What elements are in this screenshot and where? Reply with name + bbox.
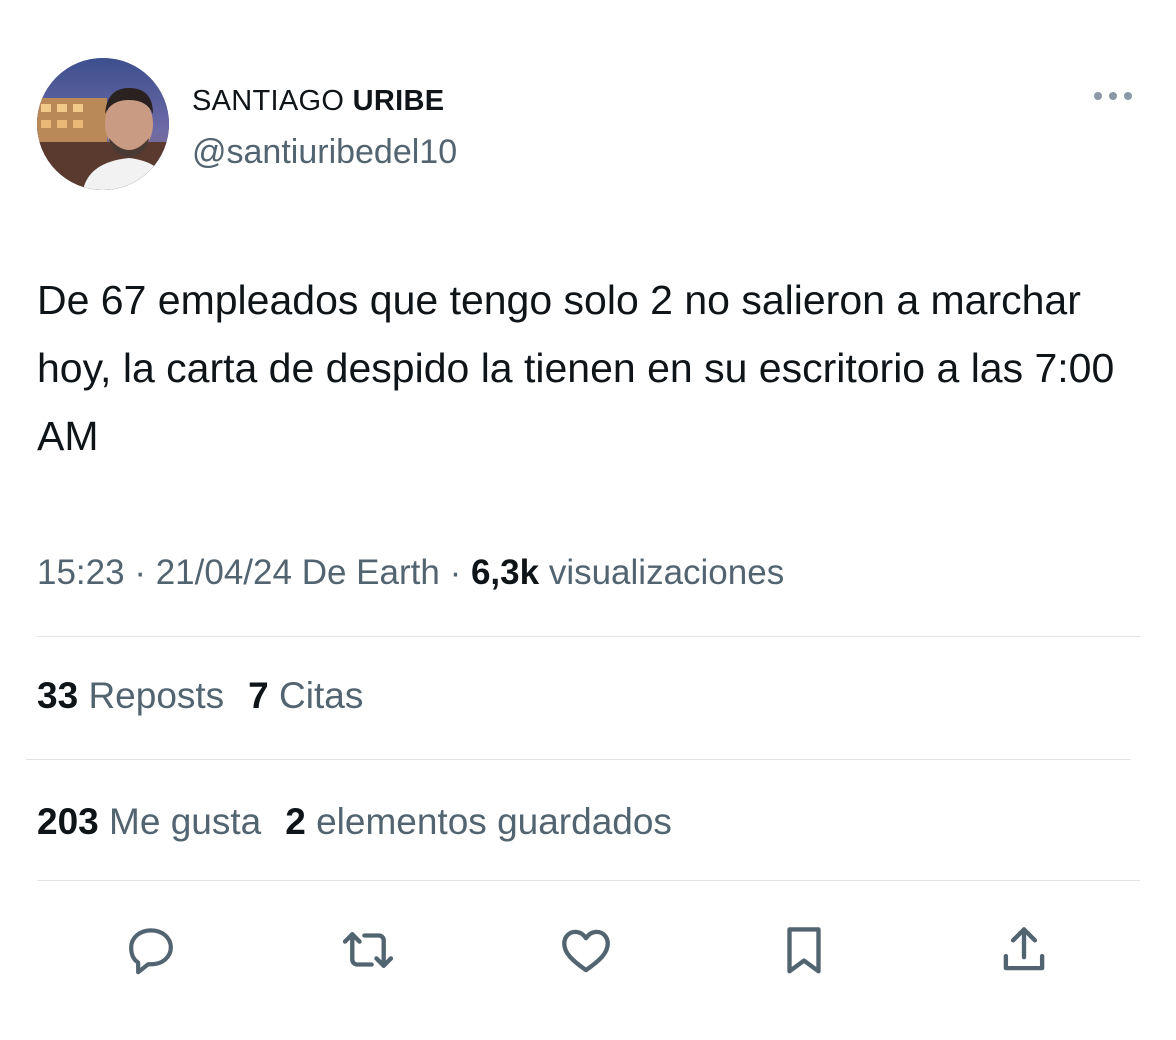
reposts-quotes-row: 33 Reposts 7 Citas: [37, 673, 363, 719]
tweet-date[interactable]: 21/04/24: [156, 553, 292, 592]
views-count: 6,3k: [470, 553, 540, 592]
more-options-icon[interactable]: [1090, 86, 1136, 106]
divider: [37, 880, 1140, 881]
reply-icon[interactable]: [120, 919, 182, 981]
likes-link[interactable]: 203 Me gusta: [37, 801, 261, 842]
likes-bookmarks-row: 203 Me gusta 2 elementos guardados: [37, 799, 672, 845]
views-label: visualizaciones: [548, 553, 785, 592]
retweet-icon[interactable]: [337, 919, 399, 981]
quotes-count: 7: [248, 675, 269, 716]
reposts-count: 33: [37, 675, 79, 716]
divider: [37, 636, 1140, 637]
author-name[interactable]: SANTIAGO URIBE: [192, 84, 444, 118]
avatar[interactable]: [37, 58, 169, 190]
bookmark-icon[interactable]: [773, 919, 835, 981]
bookmarks-count: 2: [285, 801, 306, 842]
tweet-meta: 15:23 · 21/04/24 De Earth · 6,3k visuali…: [37, 550, 784, 596]
bookmarks-label: elementos guardados: [316, 801, 672, 842]
author-handle[interactable]: @santiuribedel10: [192, 132, 457, 172]
meta-separator: ·: [449, 553, 462, 592]
author-first-name: SANTIAGO: [192, 85, 345, 117]
likes-label: Me gusta: [109, 801, 262, 842]
quotes-link[interactable]: 7 Citas: [248, 675, 363, 716]
like-icon[interactable]: [555, 919, 617, 981]
tweet-time[interactable]: 15:23: [37, 553, 125, 592]
avatar-photo: [37, 58, 169, 190]
reposts-link[interactable]: 33 Reposts: [37, 675, 224, 716]
bookmarks-link[interactable]: 2 elementos guardados: [285, 801, 672, 842]
author-last-name: URIBE: [352, 85, 445, 117]
likes-count: 203: [37, 801, 99, 842]
tweet-source: De Earth: [301, 553, 440, 592]
tweet-text: De 67 empleados que tengo solo 2 no sali…: [37, 277, 1115, 459]
meta-separator: ·: [134, 553, 146, 592]
quotes-label: Citas: [279, 675, 364, 716]
share-icon[interactable]: [993, 919, 1055, 981]
reposts-label: Reposts: [88, 675, 225, 716]
divider: [26, 759, 1131, 760]
